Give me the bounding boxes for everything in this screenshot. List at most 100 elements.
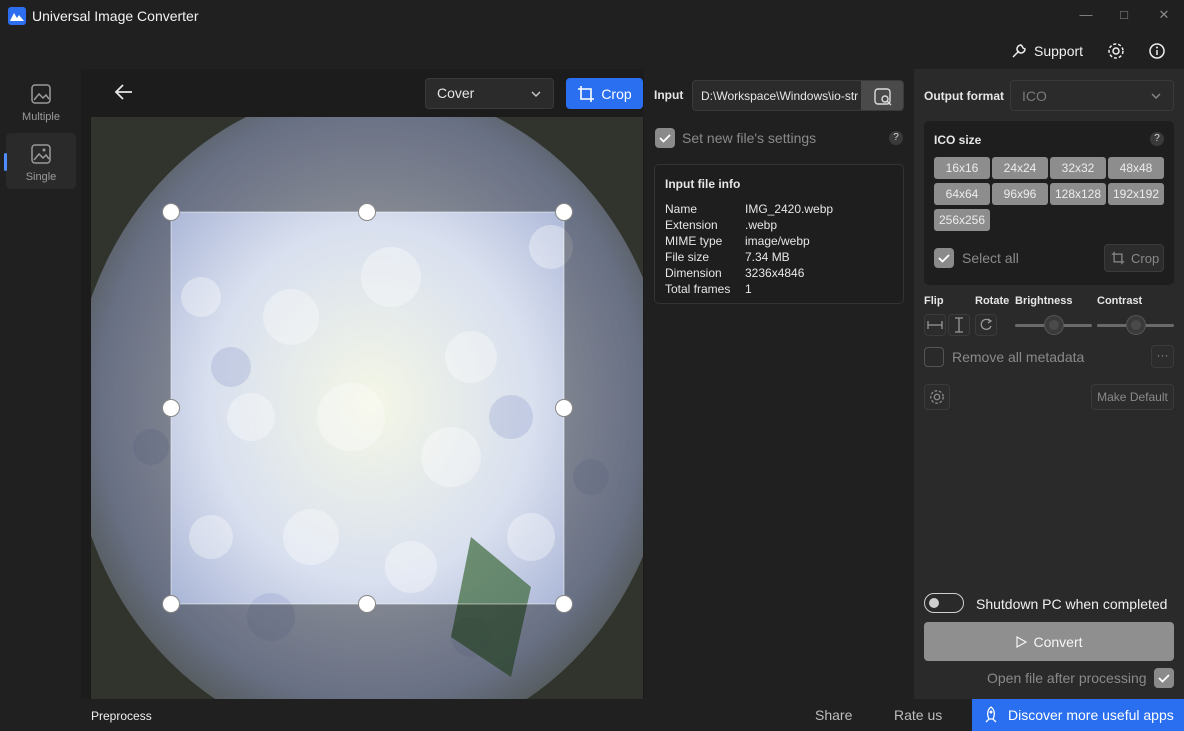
- ico-crop-label: Crop: [1131, 251, 1160, 266]
- crop-handle-bottom-right[interactable]: [555, 595, 573, 613]
- file-info-value: 3236x4846: [745, 266, 805, 280]
- crop-handle-bottom-left[interactable]: [162, 595, 180, 613]
- size-chip[interactable]: 24x24: [992, 157, 1048, 179]
- input-label: Input: [654, 88, 684, 102]
- preprocess-label: Preprocess: [91, 709, 152, 723]
- back-button[interactable]: [112, 80, 140, 106]
- open-after-label: Open file after processing: [987, 670, 1147, 686]
- rotate-icon: [980, 318, 993, 330]
- crop-handle-top-left[interactable]: [162, 203, 180, 221]
- flip-horizontal-button[interactable]: [924, 314, 946, 336]
- checkmark-icon: [1158, 674, 1170, 683]
- contrast-label: Contrast: [1097, 295, 1143, 307]
- crop-handle-bottom[interactable]: [358, 595, 376, 613]
- size-chip[interactable]: 16x16: [934, 157, 990, 179]
- remove-metadata-checkbox[interactable]: [924, 347, 944, 367]
- file-info-value: IMG_2420.webp: [745, 202, 834, 216]
- support-button[interactable]: Support: [1010, 40, 1083, 62]
- ico-crop-button[interactable]: Crop: [1104, 244, 1164, 272]
- new-settings-checkbox[interactable]: [655, 128, 675, 148]
- select-all-checkbox[interactable]: [934, 248, 954, 268]
- more-options-button[interactable]: ···: [1151, 345, 1174, 368]
- help-icon[interactable]: ?: [1150, 132, 1164, 146]
- checkmark-icon: [659, 134, 671, 143]
- flip-vertical-button[interactable]: [948, 314, 970, 336]
- fit-mode-value: Cover: [437, 85, 475, 101]
- status-bar: Preprocess Share Rate us Discover more u…: [0, 699, 1184, 731]
- title-bar: Universal Image Converter — □ ✕: [0, 0, 1184, 32]
- size-chip[interactable]: 256x256: [934, 209, 990, 231]
- file-info-value: 1: [745, 282, 752, 296]
- rate-us-link[interactable]: Rate us: [894, 707, 942, 723]
- size-chip[interactable]: 32x32: [1050, 157, 1106, 179]
- settings-button[interactable]: [1107, 40, 1125, 62]
- rocket-icon: [985, 706, 997, 723]
- images-icon: [31, 84, 51, 104]
- open-after-checkbox[interactable]: [1154, 668, 1174, 688]
- output-format-value: ICO: [1022, 88, 1047, 104]
- crop-icon: [1111, 251, 1125, 265]
- gear-icon: [930, 390, 944, 404]
- browse-button[interactable]: [861, 81, 903, 110]
- maximize-button[interactable]: □: [1114, 6, 1134, 24]
- make-default-button[interactable]: Make Default: [1091, 384, 1174, 410]
- crop-handle-top-right[interactable]: [555, 203, 573, 221]
- sidebar: Multiple Single: [0, 69, 81, 699]
- fit-mode-select[interactable]: Cover: [425, 78, 554, 109]
- contrast-slider[interactable]: [1097, 314, 1174, 336]
- size-chip[interactable]: 64x64: [934, 183, 990, 205]
- about-button[interactable]: [1148, 40, 1166, 62]
- shutdown-toggle[interactable]: [924, 593, 964, 613]
- brightness-thumb[interactable]: [1044, 316, 1063, 334]
- discover-apps-button[interactable]: Discover more useful apps: [972, 699, 1184, 731]
- close-button[interactable]: ✕: [1154, 6, 1174, 24]
- size-chip[interactable]: 128x128: [1050, 183, 1106, 205]
- discover-apps-label: Discover more useful apps: [1008, 707, 1174, 723]
- crop-handle-left[interactable]: [162, 399, 180, 417]
- rotate-button[interactable]: [975, 314, 997, 336]
- crop-handle-top[interactable]: [358, 203, 376, 221]
- crop-label: Crop: [601, 85, 632, 102]
- app-logo-icon: [8, 7, 26, 25]
- flip-label: Flip: [924, 295, 944, 307]
- crop-icon: [578, 85, 595, 102]
- file-info-value: image/webp: [745, 234, 810, 248]
- ico-size-title: ICO size: [934, 133, 982, 147]
- input-path-field[interactable]: D:\Workspace\Windows\io-str: [692, 80, 904, 111]
- sidebar-item-label: Single: [25, 171, 57, 183]
- output-format-label: Output format: [924, 89, 1004, 103]
- size-chip[interactable]: 48x48: [1108, 157, 1164, 179]
- output-format-select[interactable]: ICO: [1010, 80, 1174, 111]
- sidebar-item-multiple[interactable]: Multiple: [6, 73, 76, 129]
- crop-handle-right[interactable]: [555, 399, 573, 417]
- brightness-slider[interactable]: [1015, 314, 1092, 336]
- file-info-card: Input file info Name Extension MIME type…: [654, 164, 904, 304]
- rotate-label: Rotate: [975, 295, 1010, 307]
- remove-metadata-label: Remove all metadata: [952, 349, 1085, 365]
- app-title: Universal Image Converter: [32, 8, 199, 24]
- file-info-value: 7.34 MB: [745, 250, 790, 264]
- info-icon: [1149, 43, 1165, 59]
- ico-size-card: ICO size ? 16x16 24x24 32x32 48x48 64x64…: [924, 121, 1174, 285]
- select-all-label: Select all: [962, 250, 1019, 266]
- toggle-knob: [929, 598, 939, 608]
- flip-vertical-icon: [955, 317, 963, 333]
- file-info-key: Dimension: [665, 266, 722, 280]
- minimize-button[interactable]: —: [1076, 6, 1096, 24]
- size-chip[interactable]: 96x96: [992, 183, 1048, 205]
- image-preview[interactable]: [91, 117, 643, 699]
- file-info-keys: Name Extension MIME type File size Dimen…: [665, 201, 730, 297]
- contrast-thumb[interactable]: [1126, 316, 1145, 334]
- file-info-values: IMG_2420.webp .webp image/webp 7.34 MB 3…: [745, 201, 833, 297]
- sidebar-item-single[interactable]: Single: [6, 133, 76, 189]
- shutdown-label: Shutdown PC when completed: [976, 596, 1168, 612]
- size-chip[interactable]: 192x192: [1108, 183, 1164, 205]
- convert-button[interactable]: Convert: [924, 622, 1174, 661]
- help-icon[interactable]: ?: [889, 131, 903, 145]
- chevron-down-icon: [1151, 93, 1161, 99]
- crop-button[interactable]: Crop: [566, 78, 643, 109]
- file-info-key: Total frames: [665, 282, 731, 296]
- advanced-settings-button[interactable]: [924, 384, 950, 410]
- support-label: Support: [1034, 43, 1084, 59]
- share-link[interactable]: Share: [815, 707, 852, 723]
